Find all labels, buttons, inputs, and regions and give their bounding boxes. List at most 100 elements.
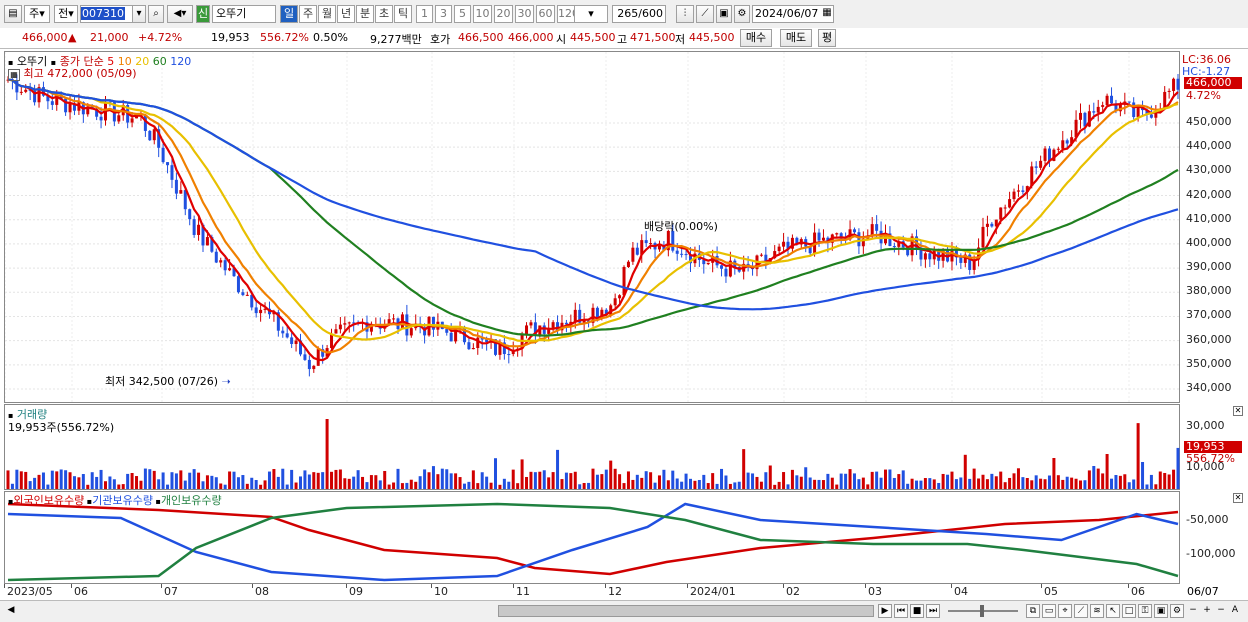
calendar-icon[interactable]: ▦	[820, 5, 834, 23]
volume-bar	[985, 479, 989, 489]
scroll-last-icon[interactable]: ⏭	[926, 604, 940, 618]
sell-button[interactable]: 매도	[780, 29, 812, 47]
scroll-thumb[interactable]	[498, 605, 874, 617]
volume-bar	[1056, 475, 1060, 489]
candle-body	[1012, 191, 1016, 200]
zigzag-icon[interactable]: ≋	[1090, 604, 1104, 618]
candle-body	[19, 91, 23, 93]
close-icon[interactable]: ✕	[1233, 406, 1243, 416]
close-icon[interactable]: ✕	[1233, 493, 1243, 503]
x-tick-mark	[513, 584, 514, 588]
chart-type-icon[interactable]: ⫶	[676, 5, 694, 23]
scope-select[interactable]: 전▾	[54, 5, 78, 23]
volume-bar	[733, 482, 737, 489]
volume-bar	[1096, 468, 1100, 489]
zoom-out-icon[interactable]: −	[1186, 604, 1200, 618]
candle-body	[1039, 160, 1043, 168]
quote-bar: 466,000 ▲ 21,000 +4.72% 19,953 556.72% 0…	[0, 28, 1248, 49]
x-tick-label: 2023/05	[7, 585, 53, 598]
volume-bar	[117, 484, 121, 489]
volume-bar	[556, 449, 560, 489]
interval-button[interactable]: 60	[536, 5, 555, 23]
save-icon[interactable]: ▣	[716, 5, 732, 23]
holdings-panel[interactable]: ▪외국인보유수량 ▪기관보유수량 ▪개인보유수량	[4, 491, 1180, 584]
chart-scrollbar[interactable]: ◀ ▶ ⏮ ■ ⏭ ⧉ ▭ ⌖ ⟋ ≋ ↖ □ ⚿ ▣ ⚙ − + − A	[0, 600, 1248, 622]
volume-bar	[511, 469, 515, 489]
chart-menu-icon[interactable]: ▤	[4, 5, 22, 23]
gear-icon[interactable]: ⚙	[734, 5, 750, 23]
sound-icon[interactable]: ◀▾	[167, 5, 193, 23]
volume-bar	[86, 484, 90, 489]
volume-bar	[6, 470, 10, 489]
interval-custom-select[interactable]: ▾	[574, 5, 608, 23]
volume-bar	[644, 471, 648, 489]
volume-bar	[932, 479, 936, 489]
minus-icon[interactable]: −	[1214, 604, 1228, 618]
price-change-pct: +4.72%	[138, 31, 183, 44]
period-tab[interactable]: 년	[337, 5, 355, 23]
candle-body	[981, 226, 985, 248]
pointer-icon[interactable]: ↖	[1106, 604, 1120, 618]
interval-button[interactable]: 3	[435, 5, 452, 23]
volume-bar	[112, 479, 116, 489]
square-icon[interactable]: □	[1122, 604, 1136, 618]
crosshair-icon[interactable]: ⌖	[1058, 604, 1072, 618]
y-tick-label: 450,000	[1186, 115, 1232, 128]
buy-button[interactable]: 매수	[740, 29, 772, 47]
period-tab[interactable]: 주	[299, 5, 317, 23]
volume-bar	[334, 469, 338, 489]
volume: 19,953	[211, 31, 250, 44]
code-dropdown-icon[interactable]: ▾	[132, 5, 146, 23]
new-badge[interactable]: 신	[196, 5, 210, 23]
print-icon[interactable]: ▭	[1042, 604, 1056, 618]
price-chart[interactable]	[5, 52, 1181, 404]
period-tab[interactable]: 분	[356, 5, 374, 23]
candle-body	[449, 332, 453, 342]
count-field[interactable]: 265/600	[612, 5, 666, 23]
stock-name-field[interactable]: 오뚜기	[212, 5, 276, 23]
copy-icon[interactable]: ⧉	[1026, 604, 1040, 618]
period-tab[interactable]: 월	[318, 5, 336, 23]
volume-bar	[365, 482, 369, 489]
settings-icon[interactable]: ⚙	[1170, 604, 1184, 618]
zoom-in-icon[interactable]: +	[1200, 604, 1214, 618]
candle-body	[228, 268, 232, 271]
candle-body	[1127, 101, 1131, 103]
chart-grid-icon[interactable]: ▦	[8, 69, 20, 81]
candle-body	[68, 104, 72, 113]
draw-tool-icon[interactable]: ⟋	[696, 5, 714, 23]
volume-panel[interactable]: ▪ 거래량 19,953주(556.72%)	[4, 404, 1180, 490]
market-select[interactable]: 주▾	[24, 5, 50, 23]
candle-body	[219, 260, 223, 263]
volume-bar	[232, 471, 236, 489]
interval-button[interactable]: 1	[416, 5, 433, 23]
search-icon[interactable]: ⌕	[148, 5, 164, 23]
lock-icon[interactable]: ⚿	[1138, 604, 1152, 618]
y-tick-label: -100,000	[1186, 547, 1236, 560]
interval-button[interactable]: 30	[515, 5, 534, 23]
candle-body	[1101, 105, 1105, 107]
interval-button[interactable]: 20	[494, 5, 513, 23]
trend-icon[interactable]: ⟋	[1074, 604, 1088, 618]
volume-bar	[773, 484, 777, 489]
volume-bar	[1092, 465, 1096, 489]
eval-button[interactable]: 평	[818, 29, 836, 47]
zoom-slider-handle[interactable]	[980, 605, 984, 617]
price-panel[interactable]: ▪ 오뚜기 ▪ 종가 단순 5 10 20 60 120 ▦ 최고 472,00…	[4, 51, 1181, 404]
volume-bar	[564, 472, 568, 489]
period-tab[interactable]: 일	[280, 5, 298, 23]
font-icon[interactable]: A	[1228, 604, 1242, 618]
volume-bar	[1167, 474, 1171, 489]
ma-legend-item: 120	[166, 55, 192, 68]
scroll-first-icon[interactable]: ⏮	[894, 604, 908, 618]
stop-icon[interactable]: ■	[910, 604, 924, 618]
interval-button[interactable]: 5	[454, 5, 471, 23]
period-tab[interactable]: 초	[375, 5, 393, 23]
interval-button[interactable]: 10	[473, 5, 492, 23]
scroll-left-icon[interactable]: ◀	[4, 604, 18, 618]
volume-chart[interactable]	[5, 405, 1181, 491]
volume-bar	[250, 477, 254, 489]
scroll-right-icon[interactable]: ▶	[878, 604, 892, 618]
period-tab[interactable]: 틱	[394, 5, 412, 23]
window-icon[interactable]: ▣	[1154, 604, 1168, 618]
